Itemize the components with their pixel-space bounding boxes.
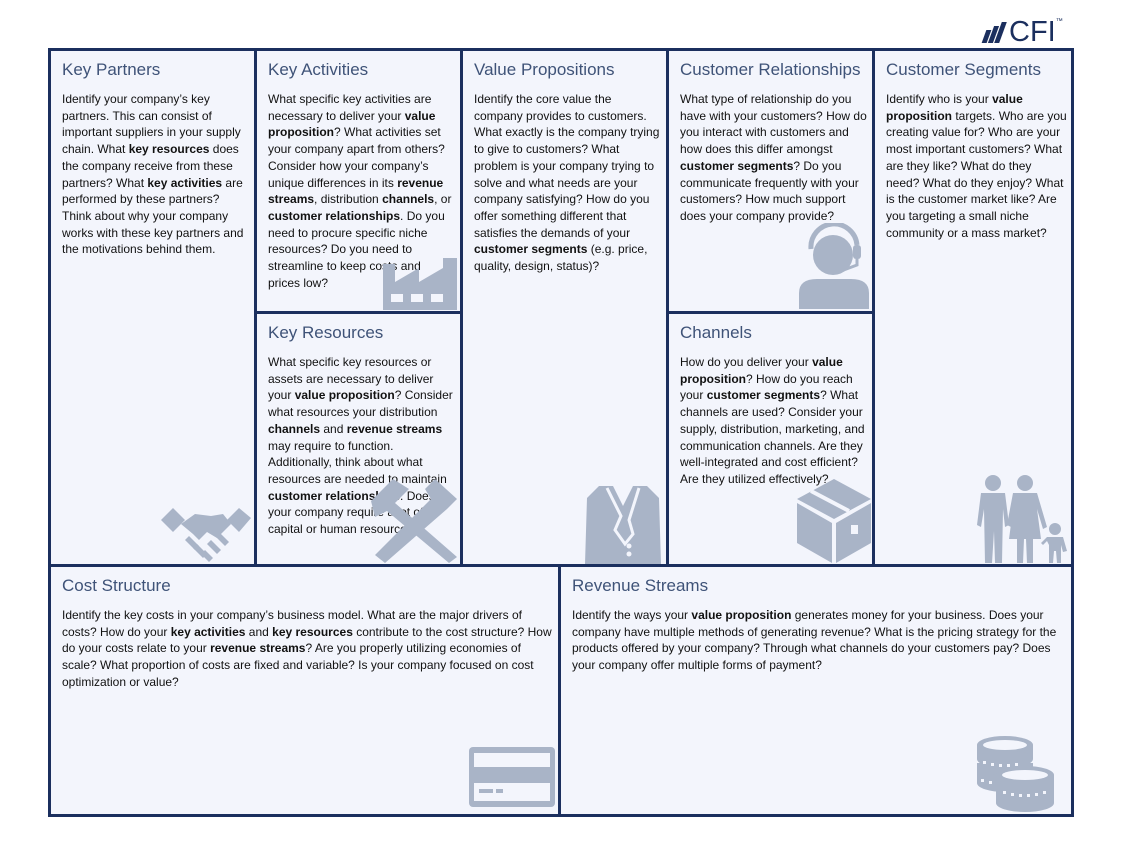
block-title: Key Resources	[268, 323, 384, 342]
text-segment: Identify the core value the company prov…	[474, 92, 660, 240]
factory-icon	[383, 258, 457, 310]
coins-icon	[977, 736, 1054, 812]
box-package-icon	[797, 479, 871, 563]
block-description: Identify who is your value proposition t…	[886, 91, 1068, 241]
block-title: Key Activities	[268, 60, 369, 79]
text-segment: How do you deliver your	[680, 355, 813, 369]
text-segment: What type of relationship do you have wi…	[680, 92, 867, 157]
block-description: What type of relationship do you have wi…	[680, 91, 872, 225]
block-title: Customer Segments	[886, 60, 1041, 79]
block-key-activities: Key Activities What specific key activit…	[254, 48, 463, 314]
hammer-pick-icon	[371, 479, 457, 563]
block-value-propositions: Value Propositions Identify the core val…	[460, 48, 669, 567]
emphasis-term: customer segments	[680, 158, 794, 173]
suit-jacket-icon	[585, 486, 661, 564]
block-description: Identify the ways your value proposition…	[572, 607, 1066, 674]
handshake-icon	[161, 508, 251, 562]
block-title: Channels	[680, 323, 752, 342]
block-cost-structure: Cost Structure Identify the key costs in…	[48, 564, 561, 817]
emphasis-term: value proposition	[691, 608, 792, 622]
cfi-logo: CFI ™	[981, 15, 1063, 48]
block-description: How do you deliver your value propositio…	[680, 354, 872, 488]
emphasis-term: channels	[382, 192, 435, 207]
text-segment: Identify who is your	[886, 92, 993, 106]
block-customer-segments: Customer Segments Identify who is your v…	[872, 48, 1074, 567]
logo-trademark: ™	[1055, 18, 1063, 25]
block-title: Customer Relationships	[680, 60, 861, 79]
block-description: Identify the core value the company prov…	[474, 91, 660, 275]
emphasis-term: value proposition	[294, 388, 395, 403]
block-key-resources: Key Resources What specific key resource…	[254, 311, 463, 567]
block-customer-relationships: Customer Relationships What type of rela…	[666, 48, 875, 314]
text-segment: and	[245, 624, 273, 639]
block-title: Value Propositions	[474, 60, 615, 79]
business-model-canvas: Key Partners Identify your company’s key…	[48, 48, 1074, 817]
logo-text: CFI	[1009, 15, 1056, 48]
block-key-partners: Key Partners Identify your company’s key…	[48, 48, 257, 567]
emphasis-term: key activities	[147, 175, 223, 190]
emphasis-term: customer relationships	[268, 208, 401, 223]
block-title: Key Partners	[62, 60, 161, 79]
emphasis-term: key resources	[128, 142, 210, 157]
emphasis-term: revenue streams	[346, 421, 443, 436]
block-title: Cost Structure	[62, 576, 171, 595]
emphasis-term: revenue streams	[210, 641, 306, 656]
text-segment: , distribution	[314, 192, 383, 207]
emphasis-term: customer segments	[706, 388, 821, 403]
block-channels: Channels How do you deliver your value p…	[666, 311, 875, 567]
logo-bars-icon	[981, 21, 1007, 43]
text-segment: ? What channels are used? Consider your …	[680, 388, 865, 486]
block-description: Identify the key costs in your company’s…	[62, 607, 552, 691]
text-segment: Identify the ways your	[572, 608, 692, 622]
headset-agent-icon	[799, 223, 869, 309]
emphasis-term: key resources	[272, 624, 353, 639]
emphasis-term: key activities	[170, 624, 246, 639]
block-title: Revenue Streams	[572, 576, 709, 595]
block-revenue-streams: Revenue Streams Identify the ways your v…	[558, 564, 1074, 817]
family-icon	[977, 475, 1067, 563]
emphasis-term: customer segments	[474, 242, 588, 257]
block-description: Identify your company’s key partners. Th…	[62, 91, 247, 258]
emphasis-term: channels	[268, 421, 321, 436]
text-segment: targets. Who are you creating value for?…	[886, 108, 1067, 240]
text-segment: and	[320, 421, 347, 436]
text-segment: , or	[434, 192, 452, 207]
credit-card-icon	[469, 747, 555, 807]
